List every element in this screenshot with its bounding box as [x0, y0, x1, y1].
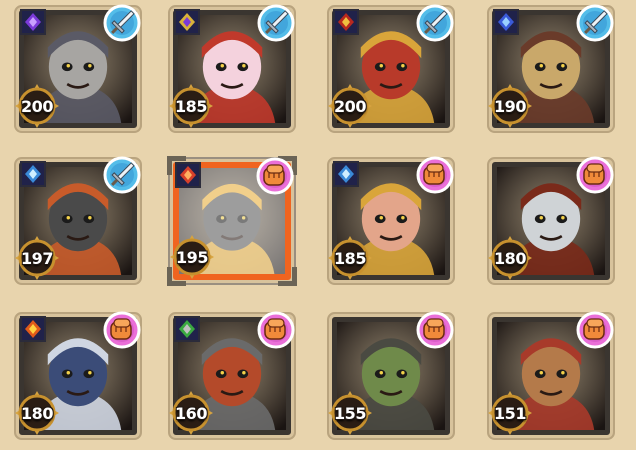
fire-orb-icon: [20, 316, 46, 342]
power-value: 200: [21, 97, 53, 116]
power-value: 155: [334, 404, 366, 423]
hero-card[interactable]: 185: [169, 4, 295, 128]
red-tome-icon: [333, 9, 359, 35]
power-badge: 190: [487, 83, 533, 129]
power-value: 195: [176, 248, 208, 267]
hero-grid: 200 185 200 190 197 195 185 180 180 160 …: [0, 0, 636, 450]
fist-icon: [575, 310, 615, 350]
purple-gem-icon: [20, 9, 46, 35]
fist-icon: [255, 156, 295, 196]
power-badge: 180: [14, 390, 60, 436]
power-value: 160: [175, 404, 207, 423]
fist-icon: [575, 155, 615, 195]
hero-card[interactable]: 197: [15, 156, 141, 280]
hero-card[interactable]: 185: [328, 156, 454, 280]
hero-card[interactable]: 190: [488, 4, 614, 128]
ice-shard-icon: [20, 161, 46, 187]
green-axe-icon: [174, 316, 200, 342]
sword-icon: [102, 155, 142, 195]
power-badge: 160: [168, 390, 214, 436]
power-value: 180: [494, 249, 526, 268]
red-wing-icon: [175, 162, 201, 188]
hero-card[interactable]: 180: [15, 311, 141, 435]
sword-icon: [415, 3, 455, 43]
power-badge: 155: [327, 390, 373, 436]
power-badge: 185: [327, 235, 373, 281]
power-value: 151: [494, 404, 526, 423]
power-badge: 200: [327, 83, 373, 129]
hero-card[interactable]: 200: [15, 4, 141, 128]
power-value: 200: [334, 97, 366, 116]
hero-card[interactable]: 200: [328, 4, 454, 128]
hero-card[interactable]: 160: [169, 311, 295, 435]
power-value: 180: [21, 404, 53, 423]
hero-card[interactable]: 180: [488, 156, 614, 280]
hero-card[interactable]: 195: [167, 156, 297, 286]
hero-card[interactable]: 151: [488, 311, 614, 435]
fist-icon: [102, 310, 142, 350]
fist-icon: [256, 310, 296, 350]
power-value: 185: [334, 249, 366, 268]
blue-crystal-icon: [493, 9, 519, 35]
power-value: 197: [21, 249, 53, 268]
power-badge: 180: [487, 235, 533, 281]
ice-shard-icon: [333, 161, 359, 187]
selection-corner: [278, 267, 297, 286]
power-badge: 185: [168, 83, 214, 129]
golden-sword-icon: [174, 9, 200, 35]
sword-icon: [256, 3, 296, 43]
power-value: 185: [175, 97, 207, 116]
hero-card[interactable]: 155: [328, 311, 454, 435]
power-badge: 200: [14, 83, 60, 129]
sword-icon: [102, 3, 142, 43]
sword-icon: [575, 3, 615, 43]
power-badge: 197: [14, 235, 60, 281]
power-value: 190: [494, 97, 526, 116]
fist-icon: [415, 155, 455, 195]
power-badge: 151: [487, 390, 533, 436]
power-badge: 195: [169, 234, 215, 280]
fist-icon: [415, 310, 455, 350]
